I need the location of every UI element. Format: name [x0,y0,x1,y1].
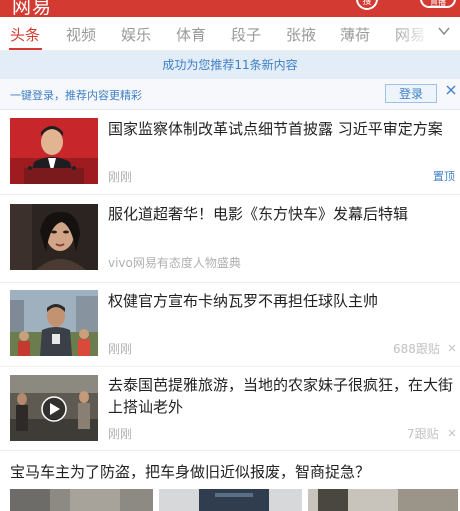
tab-headline[interactable]: 头条 [10,24,40,45]
news-thumbnail [308,489,458,511]
news-title[interactable]: 服化道超奢华！电影《东方快车》发幕后特辑 [108,203,454,225]
news-item[interactable]: 权健官方宣布卡纳瓦罗不再担任球队主帅 刚刚 688跟贴 [0,283,460,367]
news-title[interactable]: 权健官方宣布卡纳瓦罗不再担任球队主帅 [108,290,454,312]
comment-count[interactable]: 688跟贴 [393,340,440,357]
dismiss-icon[interactable] [448,344,456,352]
news-thumbnail [10,118,98,184]
news-source: 刚刚 [108,427,133,441]
login-hint[interactable]: 一键登录，推荐内容更精彩 [10,87,142,103]
tab-entertainment[interactable]: 娱乐 [121,24,151,45]
dismiss-icon[interactable] [448,429,456,437]
channel-tabs: 头条 视频 娱乐 体育 段子 张掖 薄荷 网易 [0,17,460,51]
tab-zhangye[interactable]: 张掖 [286,24,316,45]
news-thumbnail [10,290,98,356]
news-item[interactable]: 国家监察体制改革试点细节首披露 习近平审定方案 刚刚 置顶 [0,110,460,195]
play-icon[interactable] [47,402,61,416]
login-bar: 一键登录，推荐内容更精彩 登录 [0,79,460,110]
refresh-banner: 成功为您推荐11条新内容 [0,51,460,79]
news-source: 刚刚 [108,170,133,184]
active-tab-indicator [9,48,42,50]
news-source: vivo网易有态度人物盛典 [108,256,241,270]
app-logo: 网易 [12,0,53,17]
news-title[interactable]: 国家监察体制改革试点细节首披露 习近平审定方案 [108,118,454,140]
news-item[interactable]: 服化道超奢华！电影《东方快车》发幕后特辑 vivo网易有态度人物盛典 [0,195,460,283]
news-title[interactable]: 宝马车主为了防盗，把车身做旧近似报废，智商捉急？ [10,461,370,482]
pinned-badge: 置顶 [433,170,455,183]
news-source: 刚刚 [108,342,133,356]
tab-sports[interactable]: 体育 [176,24,206,45]
chevron-down-icon[interactable] [438,25,450,37]
live-button[interactable]: 直播 [420,0,456,8]
search-icon[interactable]: 搜 [356,0,378,10]
news-title[interactable]: 去泰国芭提雅旅游，当地的农家妹子很疯狂，在大街上搭讪老外 [108,374,454,418]
comment-count[interactable]: 7跟贴 [407,425,439,442]
news-thumbnail [10,204,98,270]
login-button[interactable]: 登录 [385,84,437,103]
tab-video[interactable]: 视频 [66,24,96,45]
news-item[interactable]: 去泰国芭提雅旅游，当地的农家妹子很疯狂，在大街上搭讪老外 刚刚 7跟贴 [0,367,460,451]
tab-jokes[interactable]: 段子 [231,24,261,45]
close-icon[interactable] [446,85,456,95]
tab-bohe[interactable]: 薄荷 [340,24,370,45]
news-thumbnail [10,489,153,511]
tabs-fade [392,17,432,50]
app-header: 网易 搜 直播 [0,0,460,17]
news-thumbnail [159,489,302,511]
